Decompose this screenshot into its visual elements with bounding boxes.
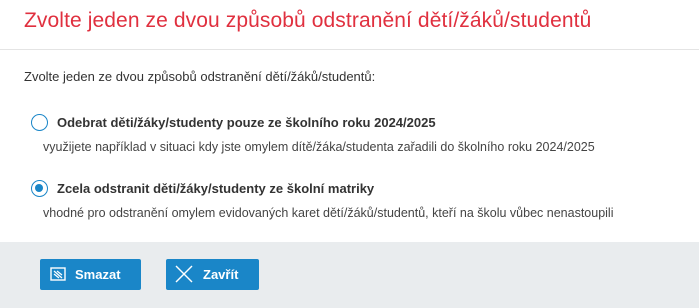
- dialog-footer: Smazat Zavřít: [0, 242, 699, 308]
- close-button-label: Zavřít: [203, 267, 239, 282]
- option-label[interactable]: Zcela odstranit děti/žáky/studenty ze šk…: [57, 181, 374, 196]
- remove-students-dialog: Zvolte jeden ze dvou způsobů odstranění …: [0, 0, 699, 308]
- option-description: využijete například v situaci kdy jste o…: [43, 140, 595, 154]
- close-button[interactable]: Zavřít: [166, 259, 259, 290]
- eraser-icon: [50, 267, 66, 281]
- option-description: vhodné pro odstranění omylem evidovaných…: [43, 206, 614, 220]
- delete-button-label: Smazat: [75, 267, 121, 282]
- radio-remove-from-year[interactable]: [31, 114, 48, 131]
- option-label[interactable]: Odebrat děti/žáky/studenty pouze ze škol…: [57, 115, 436, 130]
- intro-text: Zvolte jeden ze dvou způsobů odstranění …: [24, 69, 376, 84]
- dialog-title: Zvolte jeden ze dvou způsobů odstranění …: [24, 9, 592, 32]
- radio-remove-completely[interactable]: [31, 180, 48, 197]
- dialog-header: Zvolte jeden ze dvou způsobů odstranění …: [0, 0, 699, 50]
- close-icon: [175, 265, 193, 283]
- delete-button[interactable]: Smazat: [40, 259, 141, 290]
- dialog-body: Zvolte jeden ze dvou způsobů odstranění …: [0, 50, 699, 242]
